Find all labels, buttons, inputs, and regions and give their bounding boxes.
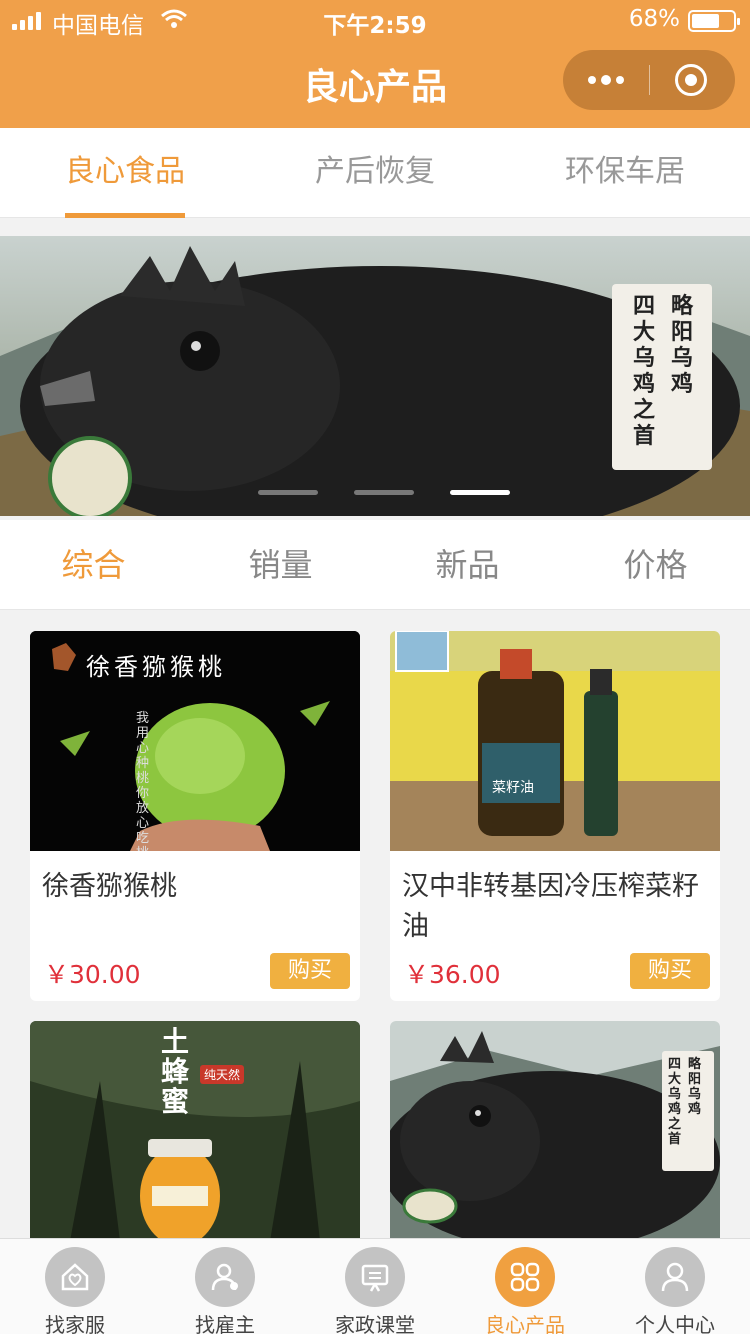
sort-new[interactable]: 新品 bbox=[374, 520, 561, 610]
product-image-badge: 纯天然 bbox=[200, 1065, 245, 1084]
mini-program-capsule bbox=[563, 50, 735, 110]
product-image: 菜籽油 bbox=[390, 631, 720, 851]
buy-button[interactable]: 购买 bbox=[270, 953, 350, 989]
tab-active-indicator bbox=[65, 213, 185, 218]
product-card[interactable]: 菜籽油 汉中非转基因冷压榨菜籽油 ￥36.00 购买 bbox=[390, 631, 720, 1001]
tab-food[interactable]: 良心食品 bbox=[0, 128, 250, 218]
product-image-slogan: 我用心种桃 你放心吃桃 bbox=[136, 711, 150, 851]
battery-icon bbox=[688, 10, 740, 32]
carousel-indicators bbox=[0, 490, 750, 498]
tab-eco-home[interactable]: 环保车居 bbox=[500, 128, 750, 218]
tab-label: 环保车居 bbox=[565, 154, 685, 189]
product-card[interactable]: 徐香猕猴桃 我用心种桃 你放心吃桃 徐香猕猴桃 ￥30.00 购买 bbox=[30, 631, 360, 1001]
carousel-dot[interactable] bbox=[354, 490, 414, 495]
product-image: 土蜂蜜 纯天然 bbox=[30, 1021, 360, 1241]
tabbar-label: 家政课堂 bbox=[335, 1313, 415, 1334]
bottom-tab-bar: 找家服 找雇主 家政课堂 良心产品 个人中心 bbox=[0, 1238, 750, 1334]
battery-percent: 68% bbox=[628, 6, 680, 32]
banner-carousel[interactable]: 四大乌鸡之首 略阳乌鸡 bbox=[0, 236, 750, 516]
category-tabs: 良心食品 产后恢复 环保车居 bbox=[0, 128, 750, 218]
tabbar-item-find-employer[interactable]: 找雇主 bbox=[150, 1239, 300, 1334]
product-name: 汉中非转基因冷压榨菜籽油 bbox=[402, 871, 699, 942]
tab-label: 良心食品 bbox=[65, 154, 185, 189]
product-price: ￥36.00 bbox=[404, 960, 501, 989]
grid-squares-icon bbox=[495, 1247, 555, 1307]
product-image: 四大乌鸡之首 略阳乌鸡 bbox=[390, 1021, 720, 1241]
nav-header: 中国电信 下午2:59 68% 良心产品 bbox=[0, 0, 750, 128]
buy-button[interactable]: 购买 bbox=[630, 953, 710, 989]
tabbar-item-products[interactable]: 良心产品 bbox=[450, 1239, 600, 1334]
tabbar-item-classroom[interactable]: 家政课堂 bbox=[300, 1239, 450, 1334]
product-image-text-line1: 略阳乌鸡 bbox=[688, 1057, 702, 1117]
sort-comprehensive[interactable]: 综合 bbox=[0, 520, 187, 610]
sort-bar: 综合 销量 新品 价格 bbox=[0, 520, 750, 610]
user-icon bbox=[645, 1247, 705, 1307]
product-image: 徐香猕猴桃 我用心种桃 你放心吃桃 bbox=[30, 631, 360, 851]
sort-price[interactable]: 价格 bbox=[562, 520, 749, 610]
tabbar-item-find-service[interactable]: 找家服 bbox=[0, 1239, 150, 1334]
product-image-title: 土蜂蜜 bbox=[160, 1025, 189, 1118]
banner-text-line2: 四大乌鸡之首 bbox=[632, 294, 655, 449]
carousel-dot[interactable] bbox=[258, 490, 318, 495]
home-heart-icon bbox=[45, 1247, 105, 1307]
capsule-divider bbox=[649, 65, 650, 95]
carousel-dot-active[interactable] bbox=[450, 490, 510, 495]
sort-sales[interactable]: 销量 bbox=[187, 520, 374, 610]
tab-postpartum[interactable]: 产后恢复 bbox=[250, 128, 500, 218]
product-name: 徐香猕猴桃 bbox=[42, 871, 177, 902]
tabbar-item-profile[interactable]: 个人中心 bbox=[600, 1239, 750, 1334]
product-image-label: 菜籽油 bbox=[492, 780, 534, 796]
product-image-title: 徐香猕猴桃 bbox=[86, 653, 226, 681]
classroom-board-icon bbox=[345, 1247, 405, 1307]
tabbar-label: 良心产品 bbox=[485, 1313, 565, 1334]
status-bar: 中国电信 下午2:59 68% bbox=[0, 0, 750, 42]
product-price: ￥30.00 bbox=[44, 960, 141, 989]
user-badge-icon bbox=[195, 1247, 255, 1307]
tabbar-label: 找雇主 bbox=[195, 1313, 255, 1334]
close-target-icon[interactable] bbox=[675, 64, 707, 96]
tabbar-label: 找家服 bbox=[45, 1313, 105, 1334]
tab-label: 产后恢复 bbox=[315, 154, 435, 189]
tabbar-label: 个人中心 bbox=[635, 1313, 715, 1334]
more-button[interactable] bbox=[563, 50, 649, 110]
product-image-text-line2: 四大乌鸡之首 bbox=[668, 1057, 682, 1147]
banner-text-line1: 略阳乌鸡 bbox=[670, 294, 693, 397]
